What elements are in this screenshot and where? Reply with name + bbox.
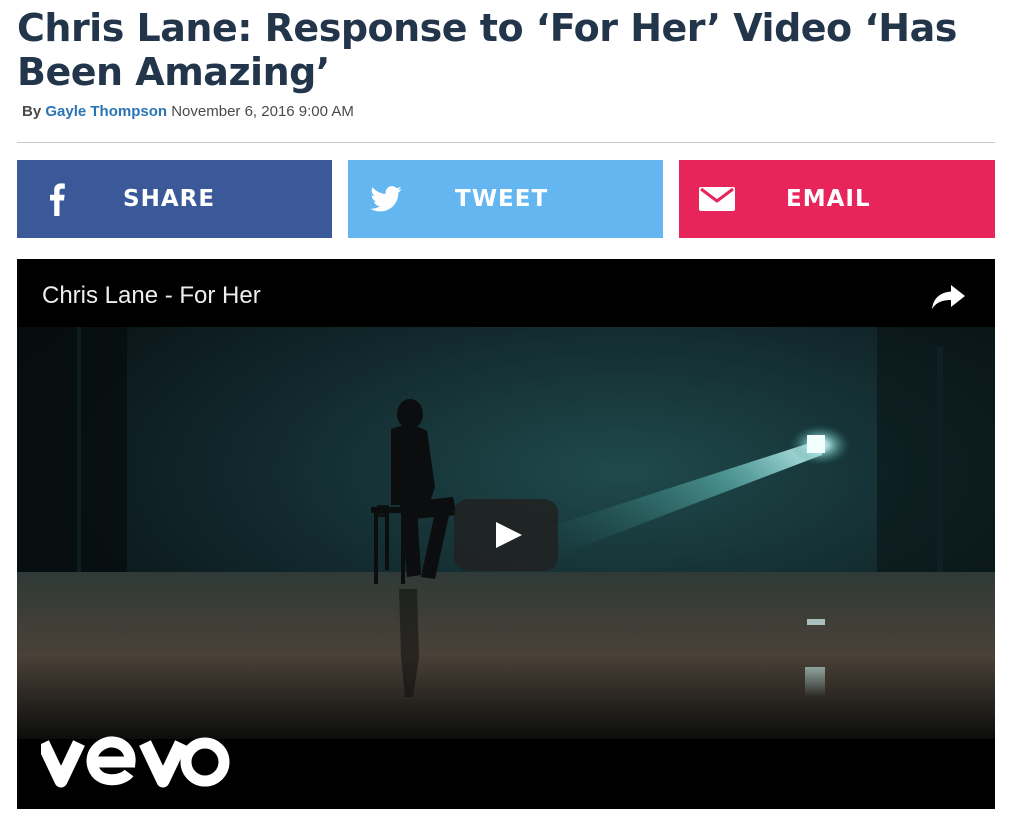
video-title[interactable]: Chris Lane - For Her bbox=[42, 279, 261, 313]
publish-date: November 6, 2016 9:00 AM bbox=[171, 103, 354, 120]
play-icon bbox=[496, 522, 522, 548]
facebook-share-label: SHARE bbox=[123, 186, 216, 212]
twitter-tweet-label: TWEET bbox=[455, 186, 549, 212]
video-player[interactable]: Chris Lane - For Her bbox=[17, 259, 995, 809]
divider bbox=[17, 142, 995, 143]
author-link[interactable]: Gayle Thompson bbox=[45, 103, 167, 120]
article-headline: Chris Lane: Response to ‘For Her’ Video … bbox=[17, 6, 957, 94]
facebook-icon bbox=[45, 160, 69, 238]
share-bar: SHARE TWEET EMAIL bbox=[17, 160, 995, 238]
email-share-label: EMAIL bbox=[786, 186, 871, 212]
twitter-tweet-button[interactable]: TWEET bbox=[348, 160, 663, 238]
facebook-share-button[interactable]: SHARE bbox=[17, 160, 332, 238]
play-button[interactable] bbox=[454, 499, 558, 571]
share-arrow-icon[interactable] bbox=[931, 283, 967, 311]
byline: By Gayle Thompson November 6, 2016 9:00 … bbox=[22, 102, 354, 122]
byline-prefix: By bbox=[22, 103, 42, 120]
email-share-button[interactable]: EMAIL bbox=[679, 160, 995, 238]
twitter-bird-icon bbox=[368, 160, 404, 238]
vevo-logo[interactable] bbox=[37, 729, 231, 791]
envelope-icon bbox=[697, 160, 737, 238]
article: Chris Lane: Response to ‘For Her’ Video … bbox=[0, 0, 1024, 816]
